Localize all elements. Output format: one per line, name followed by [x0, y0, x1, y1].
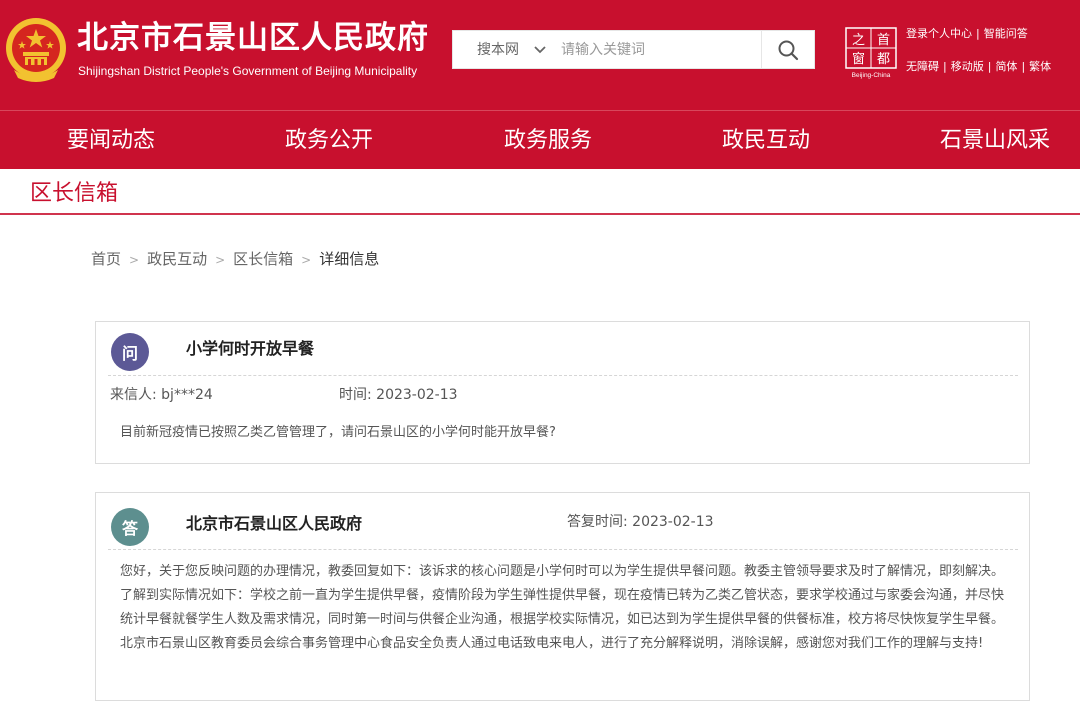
nav-item-services[interactable]: 政务服务 [504, 126, 592, 156]
answer-badge: 答 [111, 508, 149, 546]
breadcrumb-separator: > [129, 253, 140, 267]
link-separator: | [987, 60, 992, 73]
top-links-row-2: 无障碍 | 移动版 | 简体 | 繁体 [906, 59, 1051, 75]
logo-char: 都 [877, 52, 890, 67]
search-scope-select[interactable]: 搜本网 [477, 40, 519, 60]
answer-content: 您好，关于您反映问题的办理情况，教委回复如下：该诉求的核心问题是小学何时可以为学… [120, 564, 1005, 651]
logo-caption: Beijing-China [852, 72, 891, 79]
nav-item-news[interactable]: 要闻动态 [67, 126, 155, 156]
logo-char: 窗 [852, 51, 865, 67]
sender-info: 来信人: bj***24 [110, 385, 213, 405]
divider [108, 375, 1018, 376]
logo-char: 首 [877, 33, 890, 48]
section-divider [0, 213, 1080, 215]
smart-qa-link[interactable]: 智能问答 [984, 27, 1028, 40]
section-title: 区长信箱 [30, 181, 119, 206]
capital-window-logo[interactable]: 之 首 窗 都 Beijing-China [845, 27, 897, 79]
question-title: 小学何时开放早餐 [186, 339, 315, 358]
search-bar: 搜本网 [452, 30, 815, 69]
answer-org: 北京市石景山区人民政府 [186, 514, 363, 533]
search-icon [778, 40, 799, 60]
breadcrumb-separator: > [215, 253, 226, 267]
login-link[interactable]: 登录个人中心 [906, 27, 972, 40]
breadcrumb-home[interactable]: 首页 [91, 250, 121, 268]
breadcrumb: 首页 > 政民互动 > 区长信箱 > 详细信息 [91, 249, 379, 270]
link-separator: | [976, 27, 980, 40]
link-separator: | [1021, 60, 1026, 73]
chevron-down-icon[interactable] [533, 44, 547, 56]
simplified-link[interactable]: 简体 [995, 60, 1017, 73]
site-title-english: Shijingshan District People's Government… [78, 64, 418, 78]
nav-item-affairs-open[interactable]: 政务公开 [285, 126, 373, 156]
logo-char: 之 [852, 33, 865, 48]
traditional-link[interactable]: 繁体 [1029, 60, 1051, 73]
site-header: 北京市石景山区人民政府 Shijingshan District People'… [0, 0, 1080, 110]
question-badge: 问 [111, 333, 149, 371]
time-label: 时间: [339, 387, 372, 403]
search-input[interactable] [561, 38, 761, 62]
answer-time: 答复时间: 2023-02-13 [567, 512, 714, 532]
sender-name: bj***24 [161, 387, 213, 403]
search-button[interactable] [761, 31, 814, 68]
nav-item-scenery[interactable]: 石景山风采 [940, 126, 1050, 156]
mobile-link[interactable]: 移动版 [951, 60, 984, 73]
nav-item-interaction[interactable]: 政民互动 [722, 126, 810, 156]
breadcrumb-interaction[interactable]: 政民互动 [147, 250, 207, 268]
top-links-row-1: 登录个人中心 | 智能问答 [906, 26, 1028, 42]
breadcrumb-current: 详细信息 [319, 250, 380, 268]
national-emblem-icon[interactable] [4, 14, 68, 84]
main-nav: 要闻动态 政务公开 政务服务 政民互动 石景山风采 [0, 110, 1080, 169]
answer-time-label: 答复时间: [567, 514, 628, 530]
sender-label: 来信人: [110, 387, 157, 403]
link-separator: | [943, 60, 947, 73]
accessibility-link[interactable]: 无障碍 [906, 60, 939, 73]
question-content: 目前新冠疫情已按照乙类乙管管理了，请问石景山区的小学何时能开放早餐? [120, 425, 556, 440]
answer-panel: 答 北京市石景山区人民政府 答复时间: 2023-02-13 您好，关于您反映问… [95, 492, 1030, 701]
question-panel: 问 小学何时开放早餐 来信人: bj***24 时间: 2023-02-13 目… [95, 321, 1030, 464]
question-time: 时间: 2023-02-13 [339, 385, 458, 405]
time-value: 2023-02-13 [376, 387, 458, 403]
breadcrumb-mailbox[interactable]: 区长信箱 [233, 250, 293, 268]
breadcrumb-separator: > [301, 253, 312, 267]
divider [108, 549, 1018, 550]
site-title[interactable]: 北京市石景山区人民政府 [77, 18, 429, 58]
answer-time-value: 2023-02-13 [632, 514, 714, 530]
